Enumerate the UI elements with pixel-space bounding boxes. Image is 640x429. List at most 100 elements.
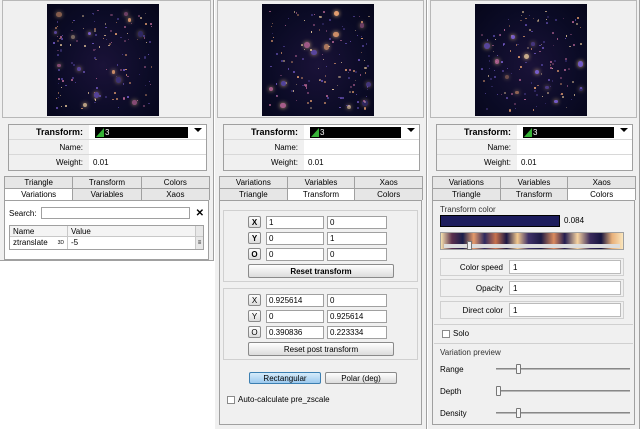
transform-color-value[interactable]: 0.084 <box>564 216 584 225</box>
flame-particle <box>268 86 273 92</box>
flame-particle <box>488 75 490 77</box>
table-row[interactable]: ztranslate 3D -5 ≡ <box>10 237 203 249</box>
transform-select[interactable]: 3 <box>517 125 632 139</box>
tab-triangle[interactable]: Triangle <box>432 188 501 200</box>
tab-transform[interactable]: Transform <box>286 188 356 200</box>
tab-triangle[interactable]: Triangle <box>219 188 288 200</box>
depth-slider[interactable] <box>496 386 630 396</box>
flame-particle <box>506 67 508 69</box>
opacity-field[interactable]: 1 <box>509 281 621 295</box>
tab-colors[interactable]: Colors <box>140 176 210 188</box>
tab-transform[interactable]: Transform <box>499 188 569 200</box>
tab-variations[interactable]: Variations <box>4 188 74 200</box>
tab-colors[interactable]: Colors <box>354 188 424 200</box>
reset-post-transform-button[interactable]: Reset post transform <box>248 342 394 356</box>
transform-select[interactable]: 3 <box>89 125 206 139</box>
pre-o-a-field[interactable]: 0 <box>266 247 324 261</box>
flame-particle <box>150 26 152 28</box>
range-slider-thumb[interactable] <box>515 364 521 374</box>
flame-particle <box>547 16 550 19</box>
flame-particle <box>339 54 341 56</box>
flame-particle <box>340 61 342 63</box>
pre-y-b-field[interactable]: 1 <box>327 231 387 245</box>
scrollbar-grip-icon[interactable]: ≡ <box>195 237 203 249</box>
flame-particle <box>58 92 60 94</box>
solo-checkbox[interactable] <box>442 329 450 338</box>
weight-field[interactable]: 0.01 <box>304 155 419 170</box>
tab-xaos[interactable]: Xaos <box>567 176 637 188</box>
tab-variables[interactable]: Variables <box>499 176 569 188</box>
palette-scroll-thumb[interactable] <box>467 241 472 250</box>
polar-toggle[interactable]: Polar (deg) <box>325 372 397 384</box>
tab-triangle[interactable]: Triangle <box>4 176 74 188</box>
flame-particle <box>57 68 60 71</box>
direct-color-field[interactable]: 1 <box>509 303 621 317</box>
chevron-down-icon[interactable] <box>194 128 202 132</box>
pre-y-button[interactable]: Y <box>248 232 261 244</box>
auto-calculate-checkbox[interactable] <box>227 395 235 404</box>
flame-particle <box>548 79 551 82</box>
flame-particle <box>497 54 499 57</box>
reset-transform-button[interactable]: Reset transform <box>248 264 394 278</box>
tab-xaos[interactable]: Xaos <box>354 176 424 188</box>
tab-colors[interactable]: Colors <box>567 188 637 200</box>
pre-o-button[interactable]: O <box>248 248 261 260</box>
post-o-button[interactable]: O <box>248 326 261 338</box>
post-o-a-field[interactable]: 0.390836 <box>266 325 324 339</box>
chevron-down-icon[interactable] <box>407 128 415 132</box>
tab-variables[interactable]: Variables <box>72 188 142 200</box>
flame-particle <box>144 84 146 86</box>
flame-particle <box>531 42 536 46</box>
post-y-b-field[interactable]: 0.925614 <box>327 309 387 323</box>
range-slider[interactable] <box>496 364 630 374</box>
flame-particle <box>345 68 347 71</box>
name-field[interactable] <box>89 140 206 154</box>
post-x-a-field[interactable]: 0.925614 <box>266 293 324 307</box>
density-slider-thumb[interactable] <box>515 408 521 418</box>
flame-preview-image <box>47 4 159 116</box>
flame-particle <box>295 83 298 86</box>
depth-slider-thumb[interactable] <box>496 386 501 396</box>
chevron-down-icon[interactable] <box>620 128 628 132</box>
flame-particle <box>484 92 486 95</box>
post-x-button[interactable]: X <box>248 294 261 306</box>
weight-field[interactable]: 0.01 <box>89 155 206 170</box>
post-x-b-field[interactable]: 0 <box>327 293 387 307</box>
tab-variations[interactable]: Variations <box>219 176 288 188</box>
post-o-b-field[interactable]: 0.223334 <box>327 325 387 339</box>
transform-color-swatch[interactable] <box>440 215 560 227</box>
pre-x-a-field[interactable]: 1 <box>266 215 324 229</box>
post-y-a-field[interactable]: 0 <box>266 309 324 323</box>
rectangular-toggle[interactable]: Rectangular <box>249 372 321 384</box>
flame-particle <box>547 92 549 95</box>
tab-variables[interactable]: Variables <box>286 176 356 188</box>
close-icon[interactable]: ✕ <box>196 208 204 219</box>
pre-x-button[interactable]: X <box>248 216 261 228</box>
pre-y-a-field[interactable]: 0 <box>266 231 324 245</box>
flame-particle <box>280 74 282 76</box>
tab-xaos[interactable]: Xaos <box>140 188 210 200</box>
scrollbar[interactable] <box>195 226 203 236</box>
post-y-button[interactable]: Y <box>248 310 261 322</box>
transform-select[interactable]: 3 <box>304 125 419 139</box>
weight-field[interactable]: 0.01 <box>517 155 632 170</box>
flame-particle <box>562 96 564 98</box>
flame-particle <box>323 11 325 14</box>
search-input[interactable] <box>40 207 190 219</box>
color-speed-field[interactable]: 1 <box>509 260 621 274</box>
tab-transform[interactable]: Transform <box>72 176 142 188</box>
density-slider[interactable] <box>496 408 630 418</box>
name-field[interactable] <box>517 140 632 154</box>
flame-particle <box>481 34 483 36</box>
name-field[interactable] <box>304 140 419 154</box>
auto-calculate-checkbox-row[interactable]: Auto-calculate pre_zscale <box>227 395 330 404</box>
tab-variations[interactable]: Variations <box>432 176 501 188</box>
column-header-name[interactable]: Name <box>10 226 68 236</box>
pre-o-b-field[interactable]: 0 <box>327 247 387 261</box>
variation-value[interactable]: -5 <box>68 237 195 249</box>
solo-checkbox-row[interactable]: Solo <box>442 329 469 338</box>
flame-particle <box>342 97 344 100</box>
column-header-value[interactable]: Value <box>68 226 195 236</box>
transform-label: Transform: <box>224 125 304 139</box>
pre-x-b-field[interactable]: 0 <box>327 215 387 229</box>
